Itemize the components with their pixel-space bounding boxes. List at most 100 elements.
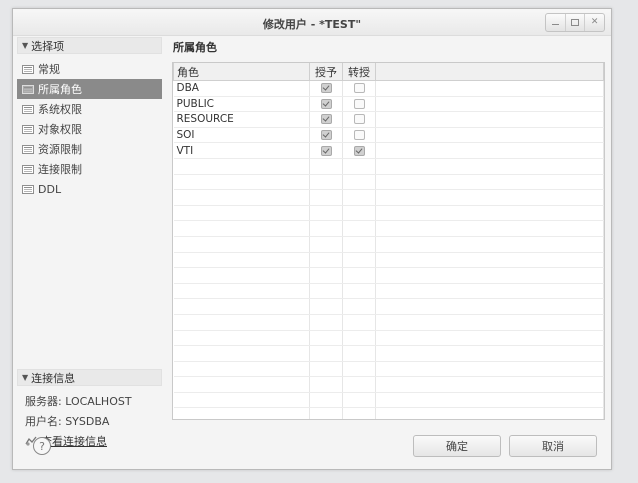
empty-cell [342,220,376,237]
empty-cell [375,220,604,237]
empty-cell [173,174,310,191]
empty-cell [173,236,310,253]
empty-cell [173,158,310,175]
collapse-caret-icon: ▼ [22,41,29,50]
empty-cell [375,283,604,300]
empty-cell [375,376,604,393]
regrant-checkbox[interactable] [353,114,365,125]
nav-item[interactable]: 系统权限 [17,99,162,119]
column-header-role[interactable]: 角色 [173,63,310,81]
nav-item[interactable]: 连接限制 [17,159,162,179]
empty-cell [173,252,310,269]
help-button[interactable]: ? [33,437,51,455]
nav-list: 常规所属角色系统权限对象权限资源限制连接限制 DDL [17,59,162,199]
empty-cell [309,236,343,253]
grant-checkbox[interactable] [320,83,332,94]
grant-cell [309,96,343,113]
page-icon [22,84,34,94]
server-info: 服务器: LOCALHOST [25,395,132,408]
nav-item[interactable]: 常规 [17,59,162,79]
grant-checkbox[interactable] [320,130,332,141]
column-header-regrant[interactable]: 转授 [342,63,376,81]
empty-cell [342,345,376,362]
window-title: 修改用户 - *TEST" [262,18,362,31]
nav-item[interactable]: 对象权限 [17,119,162,139]
empty-row [173,158,604,175]
role-name-cell: VTI [173,142,310,159]
empty-row [173,330,604,347]
empty-cell [342,283,376,300]
regrant-checkbox[interactable] [353,98,365,109]
empty-cell [375,205,604,222]
empty-row [173,174,604,191]
table-row[interactable]: RESOURCE [173,111,604,128]
empty-cell [309,298,343,315]
regrant-cell [342,127,376,144]
filler-cell [375,142,604,159]
grant-cell [309,111,343,128]
close-button[interactable]: ✕ [584,14,604,31]
minimize-icon [551,24,559,25]
empty-cell [309,267,343,284]
empty-row [173,283,604,300]
nav-item[interactable]: DDL [17,179,162,199]
table-row[interactable]: PUBLIC [173,96,604,113]
nav-item-label: 连接限制 [38,163,82,176]
nav-item[interactable]: 所属角色 [17,79,162,99]
section-title: 连接信息 [31,371,76,385]
empty-cell [375,407,604,419]
empty-cell [309,407,343,419]
role-name-cell: SOI [173,127,310,144]
empty-cell [342,189,376,206]
help-icon: ? [39,439,45,453]
regrant-cell [342,96,376,113]
empty-cell [342,236,376,253]
table-row[interactable]: DBA [173,80,604,97]
column-header-grant[interactable]: 授予 [309,63,343,81]
empty-cell [309,158,343,175]
empty-row [173,392,604,409]
empty-cell [342,407,376,419]
ok-button[interactable]: 确定 [413,435,501,457]
empty-row [173,298,604,315]
nav-item[interactable]: 资源限制 [17,139,162,159]
regrant-checkbox[interactable] [353,130,365,141]
empty-cell [342,314,376,331]
grant-checkbox[interactable] [320,98,332,109]
empty-cell [309,392,343,409]
regrant-checkbox[interactable] [353,83,365,94]
user-info: 用户名: SYSDBA [25,415,110,428]
minimize-button[interactable] [546,14,565,31]
empty-cell [173,205,310,222]
filler-cell [375,127,604,144]
table-row[interactable]: VTI [173,142,604,159]
nav-item-label: 系统权限 [38,103,82,116]
page-icon [22,144,34,154]
empty-row [173,361,604,378]
maximize-button[interactable] [564,14,585,31]
empty-cell [342,267,376,284]
page-icon [22,64,34,74]
nav-item-label: 对象权限 [38,123,82,136]
empty-cell [173,392,310,409]
grant-checkbox[interactable] [320,145,332,156]
empty-row [173,205,604,222]
empty-cell [375,298,604,315]
empty-row [173,236,604,253]
empty-row [173,267,604,284]
panel-title: 所属角色 [173,41,217,54]
regrant-cell [342,142,376,159]
grant-checkbox[interactable] [320,114,332,125]
role-name-cell: PUBLIC [173,96,310,113]
table-row[interactable]: SOI [173,127,604,144]
empty-cell [173,283,310,300]
section-header-options[interactable]: ▼ 选择项 [17,37,162,54]
cancel-button[interactable]: 取消 [509,435,597,457]
role-name-cell: RESOURCE [173,111,310,128]
page-icon [22,124,34,134]
regrant-checkbox[interactable] [353,145,365,156]
page-icon [22,184,34,194]
nav-item-label: 常规 [38,63,60,76]
title-bar: 修改用户 - *TEST" ✕ [13,9,611,36]
section-header-connection[interactable]: ▼ 连接信息 [17,369,162,386]
